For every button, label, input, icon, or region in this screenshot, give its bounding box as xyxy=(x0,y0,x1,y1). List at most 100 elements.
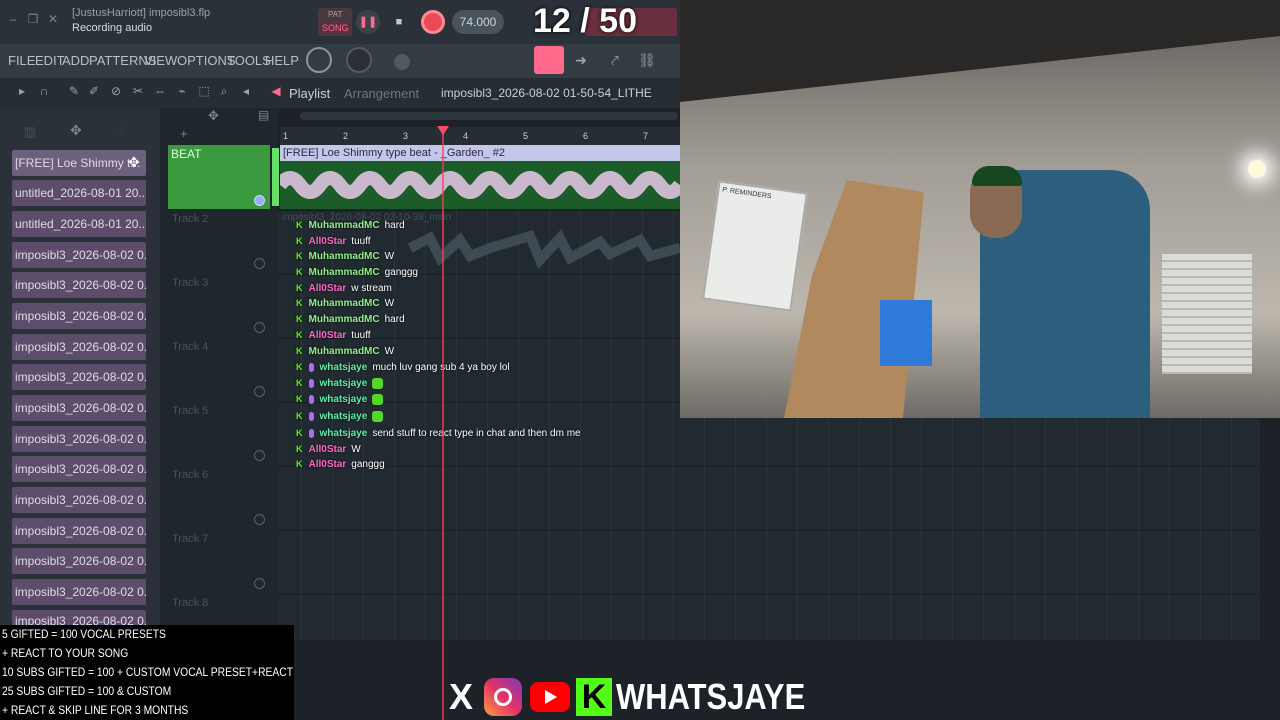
browser-item[interactable]: imposibl3_2026-08-02 0.. xyxy=(12,426,146,452)
kick-badge-icon: K xyxy=(296,378,303,389)
playhead-line[interactable] xyxy=(442,130,444,720)
plugin-icon[interactable]: ⤤ xyxy=(606,52,624,70)
play-arrow-icon[interactable]: ▸ xyxy=(14,84,30,102)
track-beat-fader[interactable] xyxy=(272,148,279,206)
chat-user: whatsjaye xyxy=(319,378,368,390)
arrangement-selector[interactable]: Arrangement xyxy=(344,86,419,101)
stream-goal-counter: 12 / 50 xyxy=(533,2,637,40)
paint-icon[interactable]: ✐ xyxy=(86,84,102,102)
track-7-toggle[interactable] xyxy=(254,578,265,589)
browser-item[interactable]: imposibl3_2026-08-02 0.. xyxy=(12,548,146,574)
browser-item[interactable]: imposibl3_2026-08-02 0.. xyxy=(12,242,146,268)
kick-badge-icon: K xyxy=(296,251,303,261)
browser-item[interactable]: untitled_2026-08-01 20.. xyxy=(12,180,146,206)
browser-item[interactable]: untitled_2026-08-01 20.. xyxy=(12,211,146,237)
chat-user: MuhammadMC xyxy=(308,251,380,262)
pitch-slider[interactable] xyxy=(394,54,410,70)
menu-edit[interactable]: EDIT xyxy=(35,53,65,68)
stop-button[interactable]: ■ xyxy=(388,10,410,34)
chat-message: K MuhammadMC W xyxy=(296,298,394,309)
browser-item[interactable]: imposibl3_2026-08-02 0.. xyxy=(12,364,146,390)
pencil-icon[interactable]: ✎ xyxy=(66,84,82,102)
plug-icon[interactable]: ⟋ xyxy=(118,124,126,139)
keyboard-icon[interactable]: ▤ xyxy=(258,108,269,122)
arrow-right-icon[interactable]: ➜ xyxy=(572,52,590,70)
master-pitch-knob[interactable] xyxy=(346,47,372,73)
browser-item[interactable]: imposibl3_2026-08-02 0.. xyxy=(12,395,146,421)
chat-user: MuhammadMC xyxy=(308,298,380,309)
chat-user: All0Star xyxy=(308,236,347,247)
zoom-icon[interactable]: ⌕ xyxy=(216,84,232,102)
browser-item[interactable]: [FREE] Loe Shimmy t... xyxy=(12,150,146,176)
chat-text: ganggg xyxy=(351,459,385,470)
snap-icon[interactable]: ✥ xyxy=(70,122,82,139)
master-volume-knob[interactable] xyxy=(306,47,332,73)
browser-item[interactable]: imposibl3_2026-08-02 0.. xyxy=(12,518,146,544)
playhead-marker[interactable] xyxy=(437,126,449,135)
track-2-toggle[interactable] xyxy=(254,258,265,269)
menu-view[interactable]: VIEW xyxy=(144,53,177,68)
chat-message: K MuhammadMC ganggg xyxy=(296,267,418,278)
streamer-cap xyxy=(972,166,1022,186)
kick-badge-icon: K xyxy=(296,283,303,293)
piano-roll-icon[interactable] xyxy=(534,46,564,74)
chat-user: whatsjaye xyxy=(319,394,368,406)
slice-icon[interactable]: ⌁ xyxy=(174,84,190,102)
browser-item[interactable]: imposibl3_2026-08-02 0.. xyxy=(12,303,146,329)
snap-track-icon[interactable]: ✥ xyxy=(208,108,219,124)
select-icon[interactable]: ⬚ xyxy=(196,84,212,102)
delete-icon[interactable]: ⊘ xyxy=(108,84,124,102)
minimize-icon[interactable]: – xyxy=(6,12,20,26)
status-hint: Recording audio xyxy=(72,22,153,34)
timeline-scrollbar[interactable] xyxy=(300,112,678,120)
chat-user: All0Star xyxy=(308,444,347,455)
slip-icon[interactable]: ⇔ xyxy=(152,84,168,102)
track-4-toggle[interactable] xyxy=(254,386,265,397)
kick-badge-icon: K xyxy=(296,459,303,469)
pause-button[interactable]: ❚❚ xyxy=(356,10,380,34)
add-track-icon[interactable]: + xyxy=(180,126,188,141)
ruler-tick: 6 xyxy=(583,131,589,141)
timeline-ruler[interactable] xyxy=(280,127,680,145)
ruler-tick: 4 xyxy=(463,131,469,141)
ruler-tick: 1 xyxy=(283,131,289,141)
ruler-tick: 5 xyxy=(523,131,529,141)
track-beat-toggle[interactable] xyxy=(254,195,265,206)
promo-line: + REACT & SKIP LINE FOR 3 MONTHS xyxy=(2,703,189,717)
record-button[interactable] xyxy=(421,10,445,34)
menu-help[interactable]: HELP xyxy=(265,53,299,68)
browser-icon[interactable]: ▥ xyxy=(24,124,36,140)
menu-file[interactable]: FILE xyxy=(8,53,35,68)
magnet-icon[interactable]: ∩ xyxy=(36,84,52,102)
menu-add[interactable]: ADD xyxy=(62,53,89,68)
track-6-label: Track 6 xyxy=(172,469,209,481)
tempo-display[interactable]: 74.000 xyxy=(452,10,504,34)
browser-item[interactable]: imposibl3_2026-08-02 0.. xyxy=(12,610,146,626)
track-6-toggle[interactable] xyxy=(254,514,265,525)
ceiling-light xyxy=(1248,160,1266,178)
browser-item[interactable]: imposibl3_2026-08-02 0.. xyxy=(12,487,146,513)
chat-user: All0Star xyxy=(308,283,347,294)
link-icon[interactable]: ⛓ xyxy=(638,52,656,70)
project-name: imposibl3_2026-08-02 01-50-54_LITHE xyxy=(441,86,652,100)
close-icon[interactable]: ✕ xyxy=(46,12,60,26)
move-icon[interactable]: ✥ xyxy=(128,154,140,171)
ruler-tick: 3 xyxy=(403,131,409,141)
speaker-icon[interactable]: ◂ xyxy=(238,84,254,102)
restore-icon[interactable]: ❐ xyxy=(26,12,40,26)
chat-message: K All0Star ganggg xyxy=(296,459,385,470)
chat-user: All0Star xyxy=(308,459,347,470)
browser-item[interactable]: imposibl3_2026-08-02 0.. xyxy=(12,334,146,360)
ruler-tick: 7 xyxy=(643,131,649,141)
chat-text: W xyxy=(384,346,395,357)
stream-frame: – ❐ ✕ [JustusHarriott] imposibl3.flp Rec… xyxy=(0,0,1280,720)
mute-icon[interactable]: ✂ xyxy=(130,84,146,102)
browser-item[interactable]: imposibl3_2026-08-02 0.. xyxy=(12,456,146,482)
track-3-toggle[interactable] xyxy=(254,322,265,333)
browser-item[interactable]: imposibl3_2026-08-02 0.. xyxy=(12,272,146,298)
chat-message: Kwhatsjaye xyxy=(296,378,384,390)
browser-item[interactable]: imposibl3_2026-08-02 0.. xyxy=(12,579,146,605)
kick-badge-icon: K xyxy=(296,346,303,356)
chat-message: K MuhammadMC W xyxy=(296,251,394,262)
track-5-toggle[interactable] xyxy=(254,450,265,461)
